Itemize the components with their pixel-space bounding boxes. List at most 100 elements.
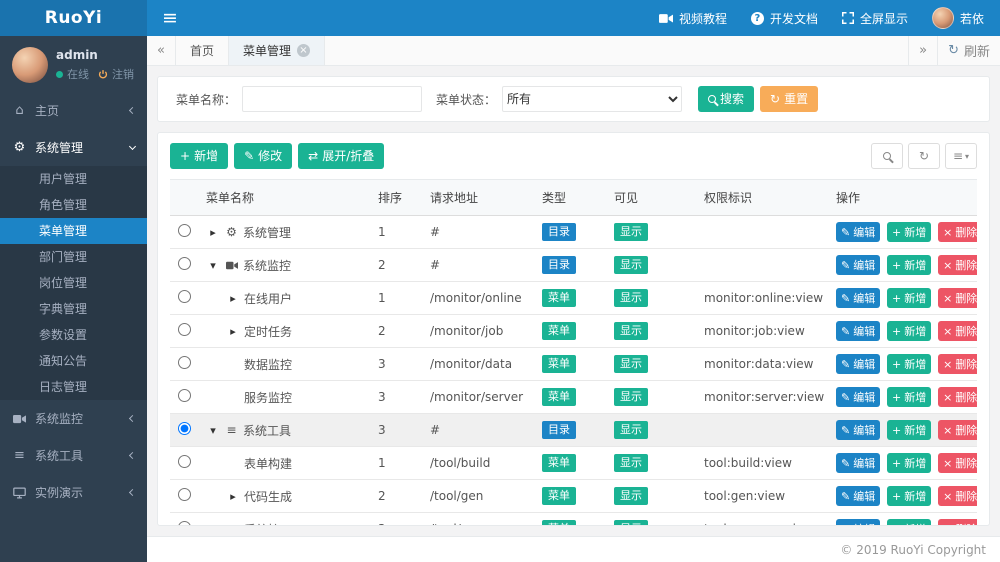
sidebar-toggle-button[interactable]: ≡ [147,0,193,36]
row-delete-button[interactable]: ×删除 [938,453,977,473]
close-icon[interactable]: × [297,44,310,57]
menu-name: 系统接口 [244,521,292,527]
sidebar-item-home[interactable]: ⌂ 主页 [0,92,147,129]
sidebar-item-menu-mgmt[interactable]: 菜单管理 [0,218,147,244]
row-delete-button[interactable]: ×删除 [938,222,977,242]
search-button[interactable]: 搜索 [698,86,754,112]
gear-icon: ⚙ [12,140,27,155]
row-edit-button[interactable]: ✎编辑 [836,288,880,308]
row-radio[interactable] [178,224,191,237]
sidebar-item-log-mgmt[interactable]: 日志管理 [0,374,147,400]
row-add-button[interactable]: +新增 [887,222,931,242]
caret-right-icon[interactable]: ▸ [226,325,240,338]
row-delete-button[interactable]: ×删除 [938,420,977,440]
refresh-icon: ↻ [770,93,780,105]
nav-video-tutorial[interactable]: 视频教程 [659,10,727,27]
menu-perm: monitor:data:view [696,348,828,381]
tab-spacer [325,36,908,65]
row-add-button[interactable]: +新增 [887,255,931,275]
row-add-button[interactable]: +新增 [887,486,931,506]
row-edit-button[interactable]: ✎编辑 [836,453,880,473]
row-delete-button[interactable]: ×删除 [938,354,977,374]
table-search-button[interactable] [871,143,903,169]
remove-icon: × [943,326,952,337]
expand-collapse-button[interactable]: ⇄ 展开/折叠 [298,143,384,169]
table-columns-button[interactable]: ≡ ▾ [945,143,977,169]
logout-link[interactable]: 注销 [112,66,134,82]
sidebar-item-monitor[interactable]: 系统监控 [0,400,147,437]
caret-down-icon[interactable]: ▾ [206,259,220,272]
caret-right-icon[interactable]: ▸ [206,226,220,239]
sidebar-item-demo[interactable]: 实例演示 [0,474,147,511]
row-add-button[interactable]: +新增 [887,321,931,341]
row-add-button[interactable]: +新增 [887,387,931,407]
nav-label: 全屏显示 [860,10,908,27]
row-edit-button[interactable]: ✎编辑 [836,354,880,374]
row-edit-button[interactable]: ✎编辑 [836,486,880,506]
row-radio[interactable] [178,290,191,303]
row-edit-button[interactable]: ✎编辑 [836,387,880,407]
row-edit-button[interactable]: ✎编辑 [836,420,880,440]
row-delete-button[interactable]: ×删除 [938,519,977,526]
hamburger-icon: ≡ [162,7,178,29]
tabs-scroll-right-button[interactable]: » [908,36,937,65]
add-button[interactable]: + 新增 [170,143,228,169]
row-add-button[interactable]: +新增 [887,420,931,440]
row-edit-button[interactable]: ✎编辑 [836,321,880,341]
sidebar-item-dept-mgmt[interactable]: 部门管理 [0,244,147,270]
page-body: 菜单名称： 菜单状态： 所有 搜索 ↻ 重置 [147,66,1000,536]
row-add-button[interactable]: +新增 [887,288,931,308]
row-add-button[interactable]: +新增 [887,453,931,473]
sidebar-menu: ⌂ 主页 ⚙ 系统管理 用户管理 角色管理 菜单管理 部门管理 岗位管理 字典管… [0,92,147,511]
nav-user-menu[interactable]: 若依 [932,7,984,29]
row-radio[interactable] [178,521,191,526]
row-radio[interactable] [178,356,191,369]
avatar[interactable] [12,47,48,83]
row-delete-button[interactable]: ×删除 [938,486,977,506]
row-edit-button[interactable]: ✎编辑 [836,222,880,242]
visible-badge: 显示 [614,520,648,526]
sidebar-item-post-mgmt[interactable]: 岗位管理 [0,270,147,296]
menu-url: /tool/swagger [422,513,534,527]
menu-name-input[interactable] [242,86,422,112]
reset-button[interactable]: ↻ 重置 [760,86,818,112]
sidebar-item-config[interactable]: 参数设置 [0,322,147,348]
row-delete-button[interactable]: ×删除 [938,321,977,341]
sidebar-item-dict-mgmt[interactable]: 字典管理 [0,296,147,322]
type-badge: 菜单 [542,487,576,505]
nav-fullscreen[interactable]: 全屏显示 [842,10,908,27]
row-radio[interactable] [178,422,191,435]
pencil-icon: ✎ [841,491,850,502]
sidebar-item-notice[interactable]: 通知公告 [0,348,147,374]
row-edit-button[interactable]: ✎编辑 [836,255,880,275]
row-delete-button[interactable]: ×删除 [938,288,977,308]
row-add-button[interactable]: +新增 [887,519,931,526]
sidebar-submenu-system: 用户管理 角色管理 菜单管理 部门管理 岗位管理 字典管理 参数设置 通知公告 … [0,166,147,400]
sidebar-item-user-mgmt[interactable]: 用户管理 [0,166,147,192]
nav-dev-docs[interactable]: ? 开发文档 [751,10,818,27]
row-radio[interactable] [178,257,191,270]
row-delete-button[interactable]: ×删除 [938,387,977,407]
tabs-scroll-left-button[interactable]: « [147,36,176,65]
menu-status-select[interactable]: 所有 [502,86,682,112]
row-radio[interactable] [178,455,191,468]
row-edit-button[interactable]: ✎编辑 [836,519,880,526]
list-icon: ≡ [12,448,27,463]
row-radio[interactable] [178,323,191,336]
remove-icon: × [943,293,952,304]
row-add-button[interactable]: +新增 [887,354,931,374]
sidebar-item-role-mgmt[interactable]: 角色管理 [0,192,147,218]
tab-refresh-button[interactable]: ↻ 刷新 [937,36,1000,65]
edit-button[interactable]: ✎ 修改 [234,143,292,169]
tab-menu-management[interactable]: 菜单管理 × [229,36,325,65]
sidebar-item-tool[interactable]: ≡ 系统工具 [0,437,147,474]
table-refresh-button[interactable]: ↻ [908,143,940,169]
row-delete-button[interactable]: ×删除 [938,255,977,275]
sidebar-item-system[interactable]: ⚙ 系统管理 [0,129,147,166]
tab-home[interactable]: 首页 [176,36,229,65]
row-radio[interactable] [178,389,191,402]
caret-down-icon[interactable]: ▾ [206,424,220,437]
row-radio[interactable] [178,488,191,501]
caret-right-icon[interactable]: ▸ [226,292,240,305]
caret-right-icon[interactable]: ▸ [226,490,240,503]
